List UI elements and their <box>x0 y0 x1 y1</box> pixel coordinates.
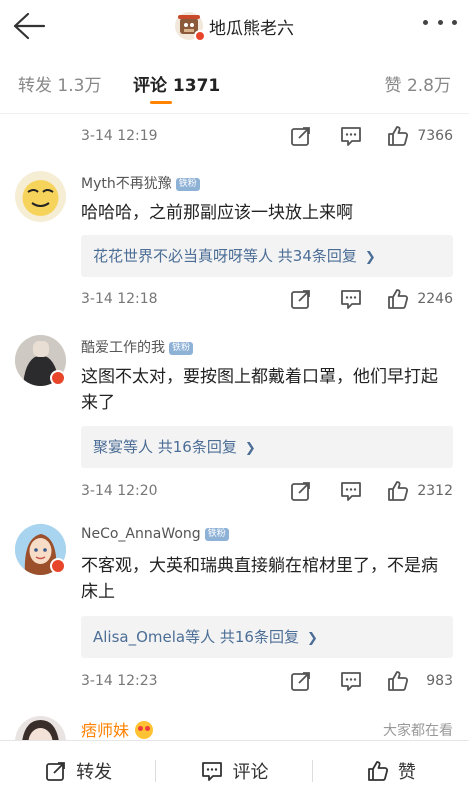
thumbs-up-icon[interactable] <box>386 479 410 503</box>
reply-summary[interactable]: Alisa_Omela等人 共16条回复 ❯ <box>81 616 453 658</box>
comment-username[interactable]: 痞师妹 <box>81 717 154 740</box>
thumbs-up-icon[interactable] <box>386 669 410 693</box>
repost-icon[interactable] <box>289 124 313 148</box>
like-label: 赞 <box>397 761 416 783</box>
repost-icon[interactable] <box>289 287 313 311</box>
comment-meta-row: 3-14 12:20 2312 <box>81 479 453 505</box>
username-text: NeCo_AnnaWong <box>81 526 201 542</box>
username-text: Myth不再犹豫 <box>81 176 172 192</box>
tab-bar: 转发 1.3万 评论 1371 赞 2.8万 <box>0 53 469 114</box>
like-button[interactable]: 赞 <box>313 741 469 800</box>
comment-time: 3-14 12:20 <box>81 483 158 499</box>
verified-badge-icon <box>50 370 66 386</box>
reply-summary[interactable]: 聚宴等人 共16条回复 ❯ <box>81 426 453 468</box>
chevron-right-icon: ❯ <box>244 441 256 456</box>
comment-label: 评论 <box>232 761 269 783</box>
thumbs-up-icon[interactable] <box>386 287 410 311</box>
chevron-right-icon: ❯ <box>364 250 376 265</box>
comment-username[interactable]: Myth不再犹豫 铁粉 <box>81 173 200 193</box>
trending-tag: 大家都在看 <box>383 723 453 739</box>
reply-summary-text: 花花世界不必当真呀呀等人 共34条回复 <box>93 247 357 265</box>
avatar[interactable] <box>15 716 66 740</box>
reply-summary[interactable]: 花花世界不必当真呀呀等人 共34条回复 ❯ <box>81 235 453 277</box>
verified-badge-icon <box>50 558 66 574</box>
verified-badge-icon <box>194 30 206 42</box>
page-title: 地瓜熊老六 <box>209 18 294 39</box>
comment-feed[interactable]: 3-14 12:19 7366 Myth不再犹豫 铁粉 哈哈哈，之前那副应该一块放… <box>0 114 469 740</box>
reply-summary-text: 聚宴等人 共16条回复 <box>93 438 237 456</box>
comment-text: 这图不太对，要按图上都戴着口罩，他们早打起来了 <box>81 367 438 413</box>
comment-time: 3-14 12:23 <box>81 673 158 689</box>
comment-text: 哈哈哈，之前那副应该一块放上来啊 <box>81 203 353 223</box>
top-bar: 地瓜熊老六 <box>0 0 469 53</box>
comment-username[interactable]: 酷爱工作的我 铁粉 <box>81 337 194 357</box>
page-title-group[interactable]: 地瓜熊老六 <box>0 12 469 42</box>
reply-summary-text: Alisa_Omela等人 共16条回复 <box>93 628 299 646</box>
active-tab-indicator <box>150 101 172 104</box>
comment-meta-row: 3-14 12:18 2246 <box>81 287 453 313</box>
comment-username[interactable]: NeCo_AnnaWong 铁粉 <box>81 526 229 542</box>
more-dots-icon[interactable] <box>423 20 457 30</box>
avatar-image <box>22 720 59 740</box>
username-text: 痞师妹 <box>81 721 130 740</box>
avatar-image <box>22 180 59 216</box>
comment-icon <box>202 761 223 781</box>
heart-eyes-emoji-icon <box>135 721 154 739</box>
tab-repost[interactable]: 转发 1.3万 <box>18 71 101 96</box>
comment-time: 3-14 12:19 <box>81 128 158 144</box>
tab-like[interactable]: 赞 2.8万 <box>385 71 451 96</box>
fan-badge: 铁粉 <box>169 342 194 355</box>
tab-comment[interactable]: 评论 1371 <box>133 71 220 96</box>
repost-button[interactable]: 转发 <box>0 741 157 800</box>
fan-badge: 铁粉 <box>204 528 229 541</box>
comment-icon[interactable] <box>339 669 363 693</box>
repost-label: 转发 <box>76 761 113 783</box>
like-count: 2312 <box>417 483 453 499</box>
bottom-action-bar: 转发 评论 赞 <box>0 740 469 800</box>
author-avatar[interactable] <box>175 12 206 42</box>
thumbs-up-icon[interactable] <box>386 124 410 148</box>
comment-time: 3-14 12:18 <box>81 291 158 307</box>
repost-icon[interactable] <box>289 479 313 503</box>
comment-meta-row: 3-14 12:19 7366 <box>81 124 453 150</box>
fan-badge: 铁粉 <box>175 178 200 191</box>
like-count: 2246 <box>417 291 453 307</box>
comment-icon[interactable] <box>339 287 363 311</box>
like-count: 983 <box>426 673 453 689</box>
avatar[interactable] <box>15 171 66 222</box>
comment-icon[interactable] <box>339 479 363 503</box>
comment-icon[interactable] <box>339 124 363 148</box>
thumbs-up-icon <box>367 760 388 781</box>
comment-button[interactable]: 评论 <box>156 741 313 800</box>
repost-icon[interactable] <box>289 669 313 693</box>
comment-text: 不客观，大英和瑞典直接躺在棺材里了，不是病床上 <box>81 556 438 602</box>
like-count: 7366 <box>417 128 453 144</box>
username-text: 酷爱工作的我 <box>81 340 165 356</box>
chevron-right-icon: ❯ <box>306 631 318 646</box>
repost-icon <box>46 761 66 781</box>
comment-meta-row: 3-14 12:23 983 <box>81 669 453 695</box>
